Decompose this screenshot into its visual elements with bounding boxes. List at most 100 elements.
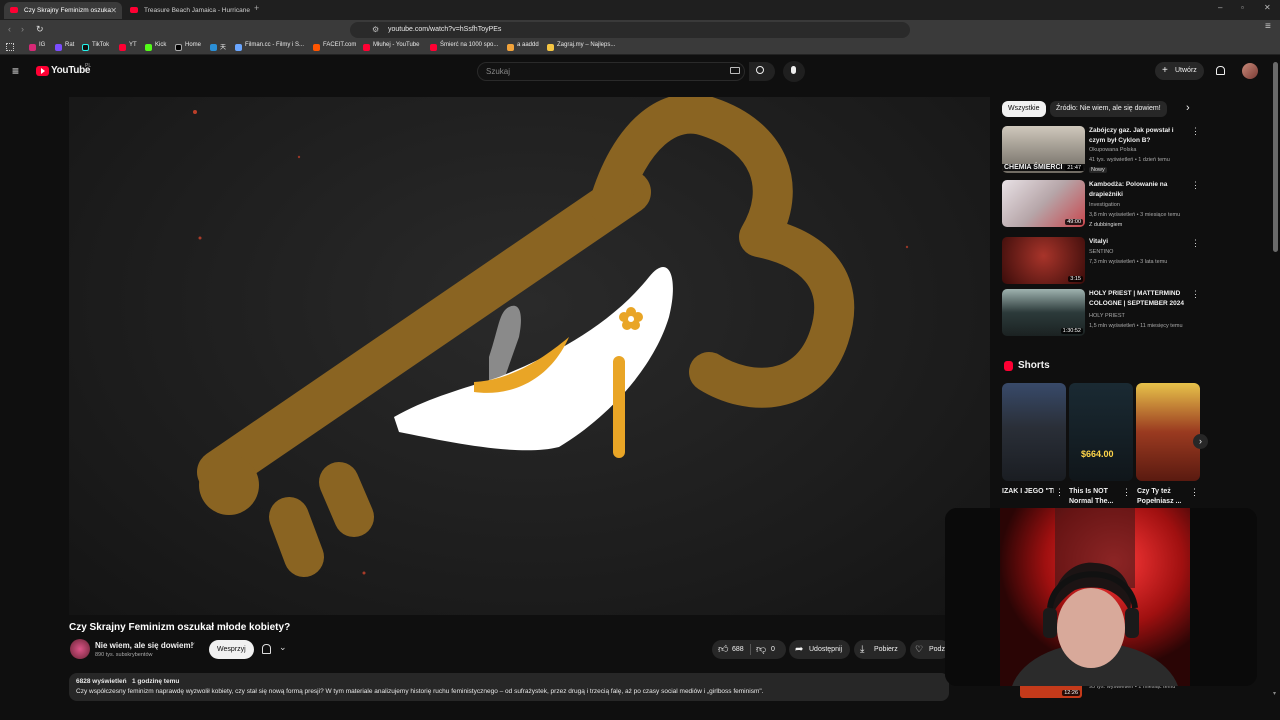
- more-options-icon[interactable]: ⋮: [1191, 289, 1200, 300]
- recommended-title[interactable]: Kambodża: Polowanie na drapieżniki: [1089, 180, 1189, 199]
- youtube-icon: [119, 44, 126, 51]
- chevron-right-icon[interactable]: ›: [1186, 102, 1190, 114]
- more-options-icon[interactable]: ⋮: [1190, 487, 1199, 498]
- share-button[interactable]: ➦ Udostępnij: [789, 640, 851, 659]
- share-label: Udostępnij: [809, 646, 843, 653]
- recommended-title[interactable]: Vitalyi: [1089, 237, 1189, 247]
- video-player[interactable]: [69, 93, 990, 615]
- faceit-icon: [313, 44, 320, 51]
- like-count[interactable]: 688: [732, 640, 744, 659]
- site-info-icon[interactable]: ⚙: [372, 22, 379, 38]
- more-options-icon[interactable]: ⋮: [1191, 180, 1200, 191]
- short-title[interactable]: Czy Ty też Popełniasz ...: [1137, 487, 1189, 507]
- search-button[interactable]: [749, 62, 775, 81]
- bookmark-item[interactable]: a aaddd: [507, 42, 539, 51]
- recommended-video[interactable]: 3:15 Vitalyi SENTINO 7,3 mln wyświetleń …: [1002, 237, 1202, 287]
- new-tab-button[interactable]: +: [254, 3, 259, 13]
- forward-icon[interactable]: ›: [21, 24, 24, 34]
- recommended-channel[interactable]: SENTINO: [1089, 249, 1113, 255]
- kick-icon: [145, 44, 152, 51]
- dislike-count[interactable]: 0: [771, 640, 775, 659]
- chevron-down-icon[interactable]: ⌄: [279, 642, 287, 653]
- address-bar[interactable]: ⚙ youtube.com/watch?v=hSsfhToyPEs: [350, 22, 910, 38]
- bookmark-item[interactable]: IG: [29, 42, 45, 51]
- recommended-video[interactable]: 49:00 Kambodża: Polowanie na drapieżniki…: [1002, 180, 1202, 230]
- download-label: Pobierz: [874, 646, 898, 653]
- bookmark-item[interactable]: Śmierć na 1000 spo...: [430, 42, 498, 51]
- short-thumbnail[interactable]: [1002, 383, 1066, 481]
- back-icon[interactable]: ‹: [8, 24, 11, 34]
- video-thumbnail[interactable]: 3:15: [1002, 237, 1085, 284]
- short-title[interactable]: This Is NOT Normal The...: [1069, 487, 1121, 507]
- hamburger-menu-icon[interactable]: ≡: [12, 64, 19, 78]
- close-tab-icon[interactable]: ✕: [110, 2, 117, 19]
- tab-title: Czy Skrajny Feminizm oszuka: [24, 7, 112, 14]
- recommended-title[interactable]: HOLY PRIEST | MATTERMIND COLOGNE | SEPTE…: [1089, 289, 1189, 308]
- more-options-icon[interactable]: ⋮: [1191, 238, 1200, 249]
- page-scrollbar[interactable]: [1273, 62, 1278, 252]
- apps-grid-icon[interactable]: [6, 43, 14, 51]
- thumbs-up-icon[interactable]: 👍︎: [718, 640, 728, 659]
- create-button[interactable]: + Utwórz: [1155, 62, 1204, 80]
- video-thumbnail[interactable]: 49:00: [1002, 180, 1085, 227]
- bookmark-item[interactable]: Rat: [55, 42, 74, 51]
- description-box[interactable]: 6828 wyświetleń 1 godzinę temu Czy współ…: [69, 673, 949, 701]
- tab-active[interactable]: Czy Skrajny Feminizm oszuka ✕: [4, 2, 122, 19]
- chip-all[interactable]: Wszystkie: [1002, 101, 1046, 117]
- browser-tab-bar: Czy Skrajny Feminizm oszuka ✕ Treasure B…: [0, 0, 1280, 20]
- recommended-video[interactable]: CHEMIA ŚMIERCI 21:47 Zabójczy gaz. Jak p…: [1002, 126, 1202, 176]
- maximize-icon[interactable]: ▫: [1241, 3, 1244, 12]
- more-options-icon[interactable]: ⋮: [1122, 487, 1131, 498]
- recommended-video[interactable]: 1:30:52 HOLY PRIEST | MATTERMIND COLOGNE…: [1002, 289, 1202, 339]
- short-thumbnail[interactable]: [1136, 383, 1200, 481]
- browser-toolbar: ‹ › ↻ ⚙ youtube.com/watch?v=hSsfhToyPEs …: [0, 20, 1280, 53]
- more-options-icon[interactable]: ⋮: [1191, 126, 1200, 137]
- tab-inactive[interactable]: Treasure Beach Jamaica - Hurricane: [124, 2, 250, 19]
- shorts-heading: Shorts: [1018, 360, 1050, 371]
- recommended-channel[interactable]: Okupowana Polska: [1089, 147, 1136, 153]
- bookmark-item[interactable]: Młuhej - YouTube: [363, 42, 419, 51]
- bookmark-item[interactable]: Home: [175, 42, 201, 51]
- channel-name[interactable]: Nie wiem, ale się dowiem!: [95, 641, 193, 650]
- tab-title: Treasure Beach Jamaica - Hurricane: [144, 7, 250, 14]
- channel-avatar[interactable]: [70, 639, 90, 659]
- thanks-button[interactable]: ♡ Podz: [910, 640, 950, 659]
- video-thumbnail[interactable]: 1:30:52: [1002, 289, 1085, 336]
- download-button[interactable]: ⤓ Pobierz: [854, 640, 906, 659]
- recommended-title[interactable]: Zabójczy gaz. Jak powstał i czym był Cyk…: [1089, 126, 1189, 145]
- search-input[interactable]: Szukaj: [477, 62, 745, 81]
- bookmarks-bar: IG Rat TikTok YT Kick Home 天 Filman.cc -…: [0, 40, 1280, 55]
- view-count: 6828 wyświetleń: [76, 678, 127, 685]
- thumbs-down-icon[interactable]: 👎︎: [756, 640, 766, 659]
- bookmark-item[interactable]: Kick: [145, 42, 166, 51]
- short-title[interactable]: IZAK I JEGO "TRAGICZN...: [1002, 487, 1054, 497]
- close-window-icon[interactable]: ✕: [1264, 3, 1271, 12]
- youtube-logo-icon[interactable]: [36, 66, 49, 76]
- support-button[interactable]: Wesprzyj: [209, 640, 254, 659]
- shorts-next-icon[interactable]: ›: [1193, 434, 1208, 449]
- notifications-bell-icon[interactable]: [1216, 66, 1225, 75]
- video-title: Czy Skrajny Feminizm oszukał młode kobie…: [69, 622, 291, 633]
- bookmark-favicon-icon: [55, 44, 62, 51]
- recommended-channel[interactable]: HOLY PRIEST: [1089, 313, 1125, 319]
- more-options-icon[interactable]: ⋮: [1055, 487, 1064, 498]
- bookmark-item[interactable]: 天: [210, 42, 226, 51]
- voice-search-button[interactable]: [783, 61, 805, 82]
- menu-icon[interactable]: ≡: [1265, 21, 1271, 32]
- minimize-icon[interactable]: –: [1218, 3, 1222, 12]
- reload-icon[interactable]: ↻: [36, 24, 44, 35]
- avatar[interactable]: [1242, 63, 1258, 79]
- recommended-channel[interactable]: Investigation: [1089, 202, 1120, 208]
- download-icon: ⤓: [860, 644, 865, 655]
- video-thumbnail[interactable]: CHEMIA ŚMIERCI 21:47: [1002, 126, 1085, 173]
- bookmark-item[interactable]: Filman.cc - Filmy i S...: [235, 42, 304, 51]
- bookmark-item[interactable]: TikTok: [82, 42, 109, 51]
- bookmark-item[interactable]: Zagraj.my – Najleps...: [547, 42, 615, 51]
- short-thumbnail[interactable]: $664.00: [1069, 383, 1133, 481]
- bookmark-item[interactable]: YT: [119, 42, 137, 51]
- bookmark-item[interactable]: FACEIT.com: [313, 42, 356, 51]
- keyboard-icon[interactable]: [730, 67, 740, 74]
- chip-source[interactable]: Źródło: Nie wiem, ale się dowiem!: [1050, 101, 1167, 117]
- subscribe-bell-icon[interactable]: [262, 644, 271, 654]
- scroll-down-icon[interactable]: ▾: [1273, 690, 1276, 697]
